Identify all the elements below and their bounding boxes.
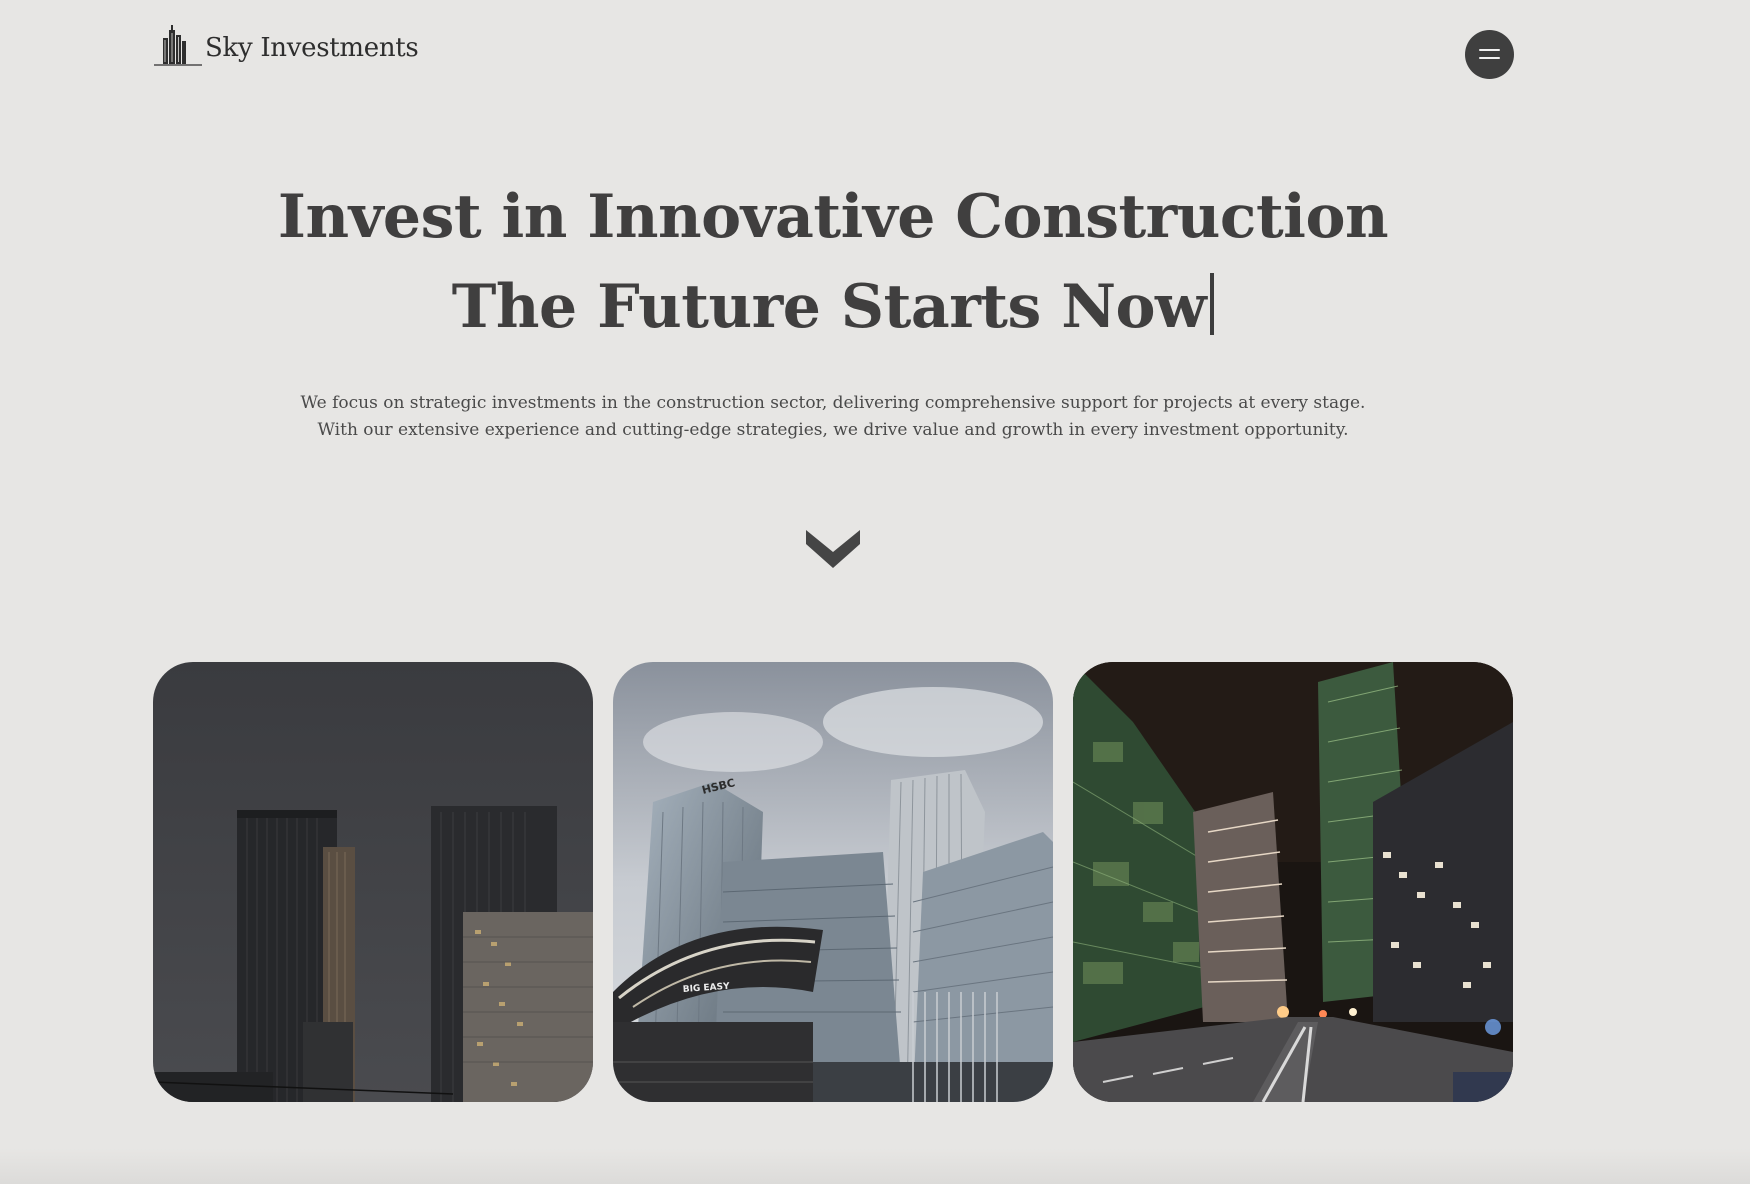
skyline-icon bbox=[154, 25, 202, 66]
chevron-down-icon[interactable] bbox=[806, 526, 860, 570]
hero-title-line2-text: The Future Starts Now bbox=[451, 272, 1207, 342]
typing-cursor bbox=[1210, 273, 1215, 335]
hamburger-menu-icon-bar bbox=[1479, 57, 1500, 59]
hero-description: We focus on strategic investments in the… bbox=[300, 393, 1366, 440]
hamburger-menu-icon bbox=[1479, 49, 1500, 51]
hero-title-line2: The Future Starts Now bbox=[0, 262, 1666, 352]
menu-button[interactable] bbox=[1465, 30, 1514, 79]
glass-towers-illustration: HSBC BIG EASY bbox=[613, 662, 1053, 1102]
dusk-towers-illustration bbox=[153, 662, 593, 1102]
logo[interactable]: Sky Investments bbox=[153, 22, 419, 66]
logo-text: Sky Investments bbox=[205, 33, 419, 63]
gallery-image-night-street bbox=[1073, 662, 1513, 1102]
gallery-image-dusk-towers bbox=[153, 662, 593, 1102]
night-street-illustration bbox=[1073, 662, 1513, 1102]
hero-title-line1: Invest in Innovative Construction bbox=[277, 182, 1389, 252]
next-section-edge bbox=[0, 1148, 1750, 1184]
gallery-image-glass-towers: HSBC BIG EASY bbox=[613, 662, 1053, 1102]
